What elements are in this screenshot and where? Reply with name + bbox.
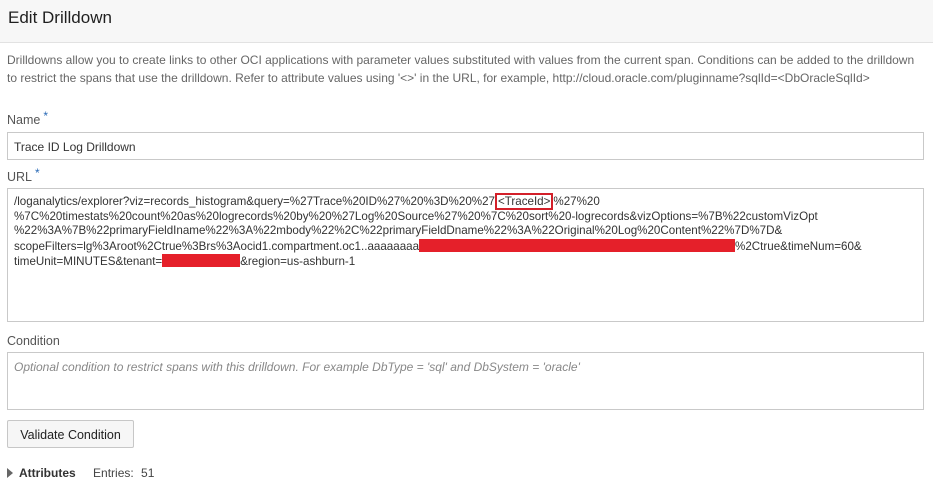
url-text: timeUnit=MINUTES&tenant= bbox=[14, 255, 163, 268]
condition-label: Condition bbox=[7, 334, 60, 348]
name-label: Name * bbox=[7, 109, 48, 127]
attributes-label: Attributes bbox=[19, 466, 76, 480]
condition-placeholder: Optional condition to restrict spans wit… bbox=[14, 360, 580, 374]
dialog-header: Edit Drilldown bbox=[0, 0, 933, 43]
entries-count: 51 bbox=[141, 466, 155, 480]
url-text: &region=us-ashburn-1 bbox=[240, 255, 356, 268]
url-line-4: scopeFilters=lg%3Aroot%2Ctrue%3Brs%3Aoci… bbox=[14, 238, 917, 255]
description-text: Drilldowns allow you to create links to … bbox=[7, 53, 915, 85]
url-text: %27%20 bbox=[553, 195, 600, 208]
page-title: Edit Drilldown bbox=[8, 8, 112, 27]
condition-textarea[interactable]: Optional condition to restrict spans wit… bbox=[7, 352, 924, 410]
redaction-block bbox=[162, 254, 241, 267]
url-line-1: /loganalytics/explorer?viz=records_histo… bbox=[14, 193, 917, 210]
traceid-highlight: <TraceId> bbox=[494, 193, 554, 210]
name-input-value: Trace ID Log Drilldown bbox=[14, 140, 136, 154]
caret-right-icon bbox=[7, 468, 13, 478]
validate-condition-button[interactable]: Validate Condition bbox=[7, 420, 134, 448]
redaction-block bbox=[419, 238, 736, 252]
entries-label: Entries: bbox=[93, 466, 134, 480]
url-text: scopeFilters=lg%3Aroot%2Ctrue%3Brs%3Aoci… bbox=[14, 239, 420, 253]
url-line-2: %7C%20timestats%20count%20as%20logrecord… bbox=[14, 209, 818, 223]
url-textarea[interactable]: /loganalytics/explorer?viz=records_histo… bbox=[7, 188, 924, 322]
url-line-3: %22%3A%7B%22primaryFieldIname%22%3A%22mb… bbox=[14, 224, 783, 237]
required-mark: * bbox=[35, 166, 40, 180]
required-mark: * bbox=[43, 109, 49, 123]
url-text: %2Ctrue&timeNum=60& bbox=[735, 239, 862, 253]
url-label: URL * bbox=[7, 166, 40, 184]
name-label-text: Name bbox=[7, 113, 41, 127]
name-input[interactable]: Trace ID Log Drilldown bbox=[7, 132, 924, 160]
url-label-text: URL bbox=[7, 170, 33, 184]
url-line-5: timeUnit=MINUTES&tenant= &region=us-ashbu… bbox=[14, 254, 917, 270]
attributes-toggle[interactable]: Attributes Entries: 51 bbox=[7, 466, 154, 480]
url-text: /loganalytics/explorer?viz=records_histo… bbox=[14, 195, 495, 208]
